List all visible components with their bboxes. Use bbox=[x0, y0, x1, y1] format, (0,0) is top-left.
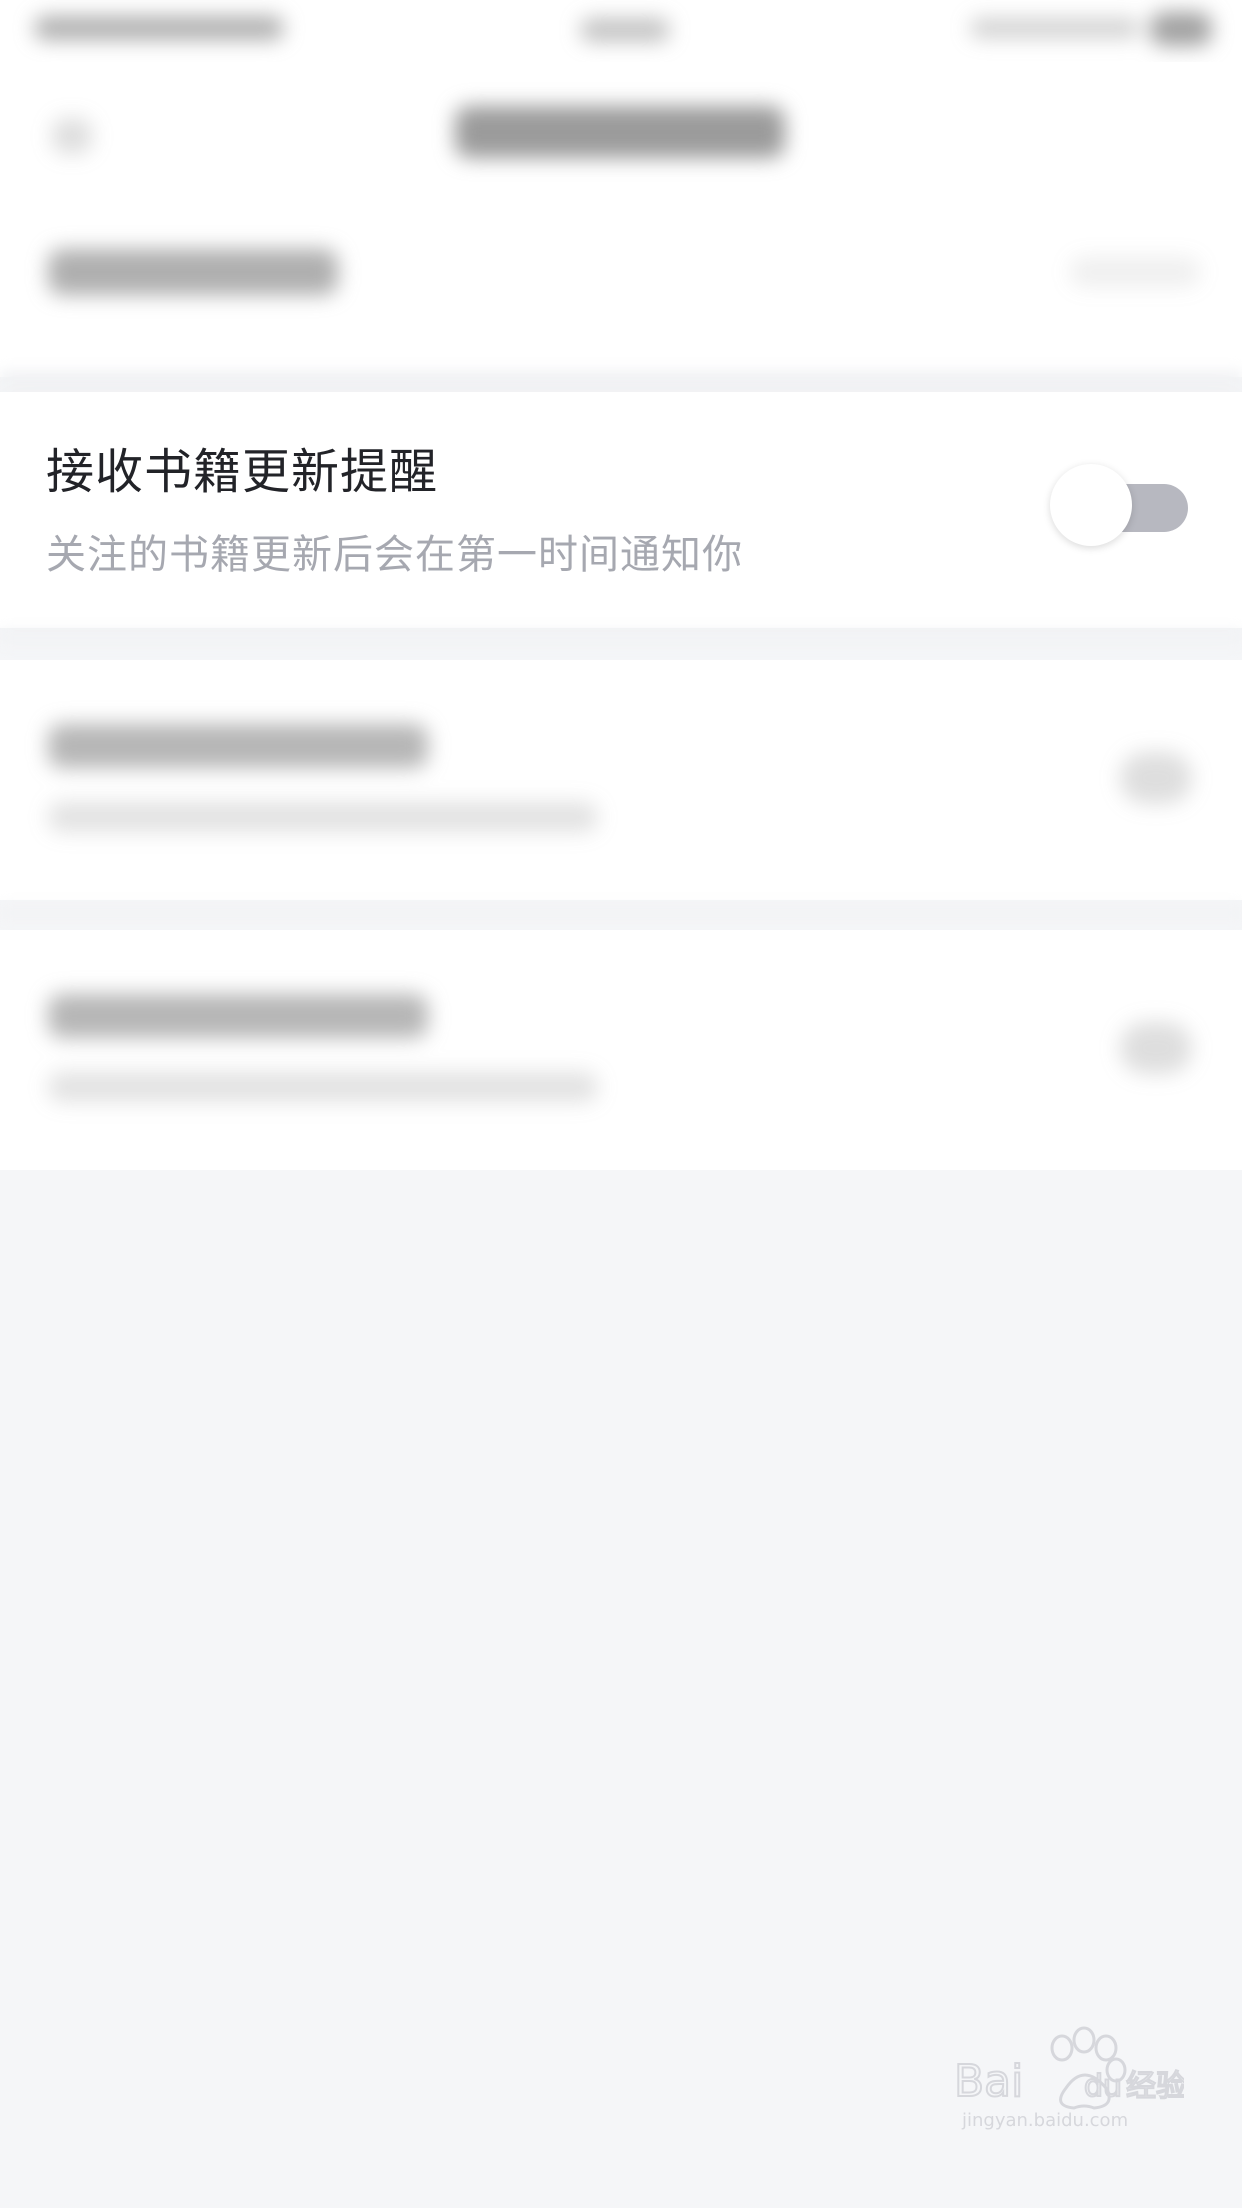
svg-text:jingyan.baidu.com: jingyan.baidu.com bbox=[961, 2110, 1128, 2131]
status-bar bbox=[0, 0, 1242, 62]
setting-description: 关注的书籍更新后会在第一时间通知你 bbox=[46, 532, 743, 578]
toggle-knob bbox=[1050, 464, 1132, 546]
blurred-row-3-toggle[interactable] bbox=[1120, 1022, 1192, 1074]
baidu-jingyan-watermark-icon: Bai du 经验 jingyan.baidu.com bbox=[953, 2026, 1184, 2131]
clock bbox=[580, 18, 670, 42]
divider bbox=[0, 630, 1242, 646]
back-arrow-icon[interactable] bbox=[52, 118, 92, 154]
blurred-setting-row-2 bbox=[0, 660, 1242, 900]
svg-text:经验: 经验 bbox=[1126, 2069, 1184, 2104]
nav-header bbox=[0, 62, 1242, 207]
divider bbox=[0, 905, 1242, 921]
notification-settings-screen: 接收书籍更新提醒 关注的书籍更新后会在第一时间通知你 Bai du 经验 jin… bbox=[0, 0, 1242, 2208]
blurred-row-2-description bbox=[48, 802, 598, 832]
blurred-row-2-title bbox=[48, 724, 428, 768]
signal-indicators bbox=[970, 18, 1140, 38]
battery-icon bbox=[1150, 12, 1212, 46]
setting-title: 接收书籍更新提醒 bbox=[46, 444, 439, 500]
blurred-setting-row-1 bbox=[0, 207, 1242, 377]
svg-text:du: du bbox=[1084, 2069, 1122, 2104]
book-update-toggle[interactable] bbox=[1050, 464, 1188, 546]
divider bbox=[0, 370, 1242, 386]
blurred-row-2-toggle[interactable] bbox=[1120, 752, 1192, 804]
carrier-indicator bbox=[34, 16, 284, 40]
svg-text:Bai: Bai bbox=[954, 2056, 1023, 2107]
blurred-row-1-title bbox=[48, 249, 338, 295]
blurred-setting-row-3 bbox=[0, 930, 1242, 1170]
blurred-row-1-value bbox=[1070, 257, 1200, 287]
setting-card-book-update: 接收书籍更新提醒 关注的书籍更新后会在第一时间通知你 bbox=[0, 392, 1242, 628]
blurred-row-3-title bbox=[48, 994, 428, 1038]
blurred-row-3-description bbox=[48, 1072, 598, 1102]
page-title-blurred bbox=[455, 106, 785, 158]
